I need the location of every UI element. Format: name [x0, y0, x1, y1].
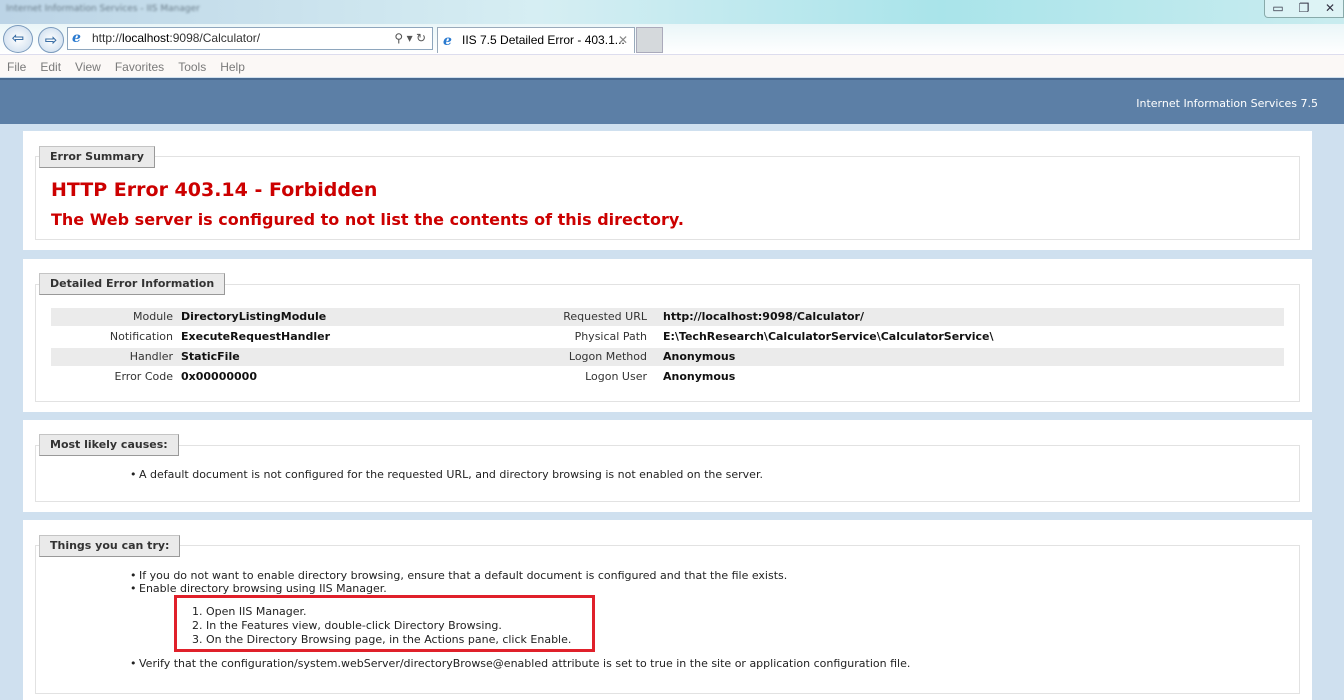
causes-legend: Most likely causes: [39, 434, 179, 456]
causes-section: Most likely causes: A default document i… [23, 420, 1312, 512]
error-subtitle: The Web server is configured to not list… [51, 210, 684, 229]
detail-label: Requested URL [563, 310, 647, 323]
menu-bar: File Edit View Favorites Tools Help [0, 54, 1344, 77]
new-tab-button[interactable] [636, 27, 663, 53]
detail-label: Module [133, 310, 173, 323]
detail-value: DirectoryListingModule [181, 310, 327, 323]
detailed-error-section: Detailed Error Information Module Directo… [23, 259, 1312, 412]
close-tab-icon[interactable]: ✕ [618, 28, 628, 52]
detail-row: Notification ExecuteRequestHandler [51, 328, 511, 346]
window-title: Internet Information Services - IIS Mana… [6, 4, 200, 14]
search-icon[interactable]: ⚲ [394, 31, 403, 45]
detail-row: Handler StaticFile [51, 348, 511, 366]
detail-value: Anonymous [663, 370, 736, 383]
minimize-icon[interactable]: ▭ [1265, 0, 1291, 17]
step-item: 2. In the Features view, double-click Di… [192, 619, 502, 632]
menu-edit[interactable]: Edit [33, 55, 68, 77]
cause-item: A default document is not configured for… [130, 468, 763, 481]
detail-row: Physical Path E:\TechResearch\CalculatorS… [507, 328, 1284, 346]
browser-tab[interactable]: e IIS 7.5 Detailed Error - 403.1... ✕ [437, 27, 635, 53]
detailed-error-legend: Detailed Error Information [39, 273, 226, 295]
error-summary-legend: Error Summary [39, 146, 155, 168]
window-controls: ▭ ❐ ✕ [1264, 0, 1344, 18]
detail-value: E:\TechResearch\CalculatorService\Calcul… [663, 330, 994, 343]
detail-value: 0x00000000 [181, 370, 257, 383]
back-arrow-icon: ⇦ [11, 29, 25, 47]
error-title: HTTP Error 403.14 - Forbidden [51, 179, 378, 201]
tab-title: IIS 7.5 Detailed Error - 403.1... [462, 33, 625, 47]
menu-file[interactable]: File [0, 55, 33, 77]
menu-tools[interactable]: Tools [171, 55, 213, 77]
url-rest: :9098/Calculator/ [169, 31, 261, 45]
url-prefix: http:// [92, 31, 123, 45]
restore-icon[interactable]: ❐ [1291, 0, 1317, 17]
iis-header: Internet Information Services 7.5 [0, 78, 1344, 124]
menu-view[interactable]: View [68, 55, 108, 77]
detail-row: Requested URL http://localhost:9098/Calcu… [507, 308, 1284, 326]
detail-label: Logon User [585, 370, 647, 383]
detail-row: Module DirectoryListingModule [51, 308, 511, 326]
ie-tab-icon: e [443, 33, 452, 49]
detail-row: Logon User Anonymous [507, 368, 1284, 386]
step-item: 1. Open IIS Manager. [192, 605, 307, 618]
address-bar[interactable]: e http://localhost:9098/Calculator/ ⚲ ▾ … [67, 27, 433, 50]
detail-value: http://localhost:9098/Calculator/ [663, 310, 864, 323]
detail-label: Error Code [114, 370, 173, 383]
try-item: Verify that the configuration/system.web… [130, 657, 910, 670]
step-item: 3. On the Directory Browsing page, in th… [192, 633, 572, 646]
detail-row: Logon Method Anonymous [507, 348, 1284, 366]
detail-value: StaticFile [181, 350, 240, 363]
menu-help[interactable]: Help [213, 55, 252, 77]
try-item: Enable directory browsing using IIS Mana… [130, 582, 787, 595]
close-icon[interactable]: ✕ [1317, 0, 1343, 17]
try-item: If you do not want to enable directory b… [130, 569, 787, 582]
forward-button[interactable]: ⇨ [38, 27, 64, 53]
detail-label: Notification [109, 330, 173, 343]
detail-label: Logon Method [568, 350, 647, 363]
detail-label: Handler [129, 350, 173, 363]
refresh-icon[interactable]: ↻ [416, 31, 426, 45]
window-titlebar: Internet Information Services - IIS Mana… [0, 0, 1344, 24]
product-name: Internet Information Services 7.5 [1136, 97, 1318, 110]
forward-arrow-icon: ⇨ [44, 31, 58, 49]
detail-value: ExecuteRequestHandler [181, 330, 331, 343]
detail-value: Anonymous [663, 350, 736, 363]
ie-logo-icon: e [72, 30, 81, 46]
navigation-bar: ⇦ ⇨ e http://localhost:9098/Calculator/ … [0, 24, 1344, 71]
dropdown-icon[interactable]: ▾ [407, 31, 413, 45]
error-summary-section: Error Summary HTTP Error 403.14 - Forbid… [23, 131, 1312, 250]
detail-label: Physical Path [574, 330, 647, 343]
url-host: localhost [122, 31, 170, 45]
detail-row: Error Code 0x00000000 [51, 368, 511, 386]
things-to-try-legend: Things you can try: [39, 535, 181, 557]
back-button[interactable]: ⇦ [3, 25, 33, 53]
things-to-try-section: Things you can try: If you do not want t… [23, 520, 1312, 700]
menu-favorites[interactable]: Favorites [108, 55, 171, 77]
